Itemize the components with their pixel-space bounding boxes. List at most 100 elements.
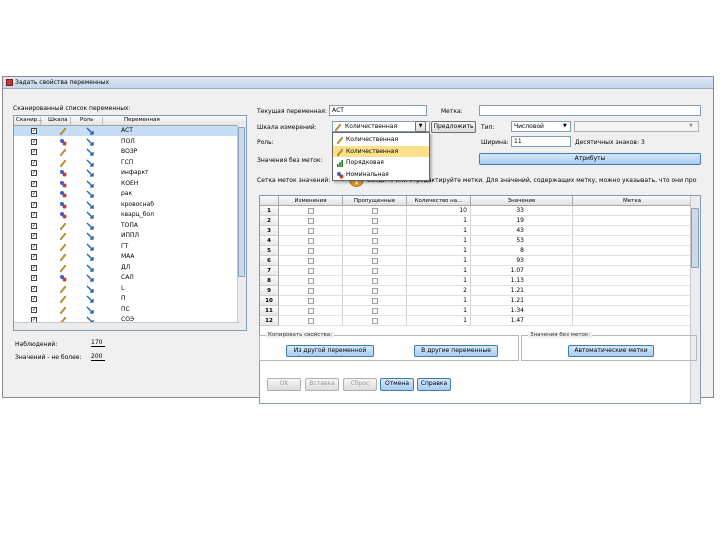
grid-cell-label[interactable] (573, 276, 692, 286)
measure-option[interactable]: Порядковая (333, 157, 429, 168)
grid-header-count[interactable]: Количество на... (407, 196, 471, 206)
suggest-button[interactable]: Предложить (431, 121, 476, 133)
missing-checkbox[interactable] (372, 288, 378, 294)
variable-row[interactable]: ✓ САЛ (14, 273, 239, 283)
grid-cell-value[interactable]: 8 (471, 246, 573, 256)
copy-to-button[interactable]: В другие переменные (414, 345, 498, 357)
grid-cell-label[interactable] (573, 316, 692, 326)
grid-cell-label[interactable] (573, 296, 692, 306)
scanned-checkbox[interactable]: ✓ (31, 159, 37, 166)
scanned-checkbox[interactable]: ✓ (31, 212, 37, 218)
grid-row[interactable]: 7 1 1.07 (260, 266, 692, 276)
values-grid[interactable]: Изменения Пропущенные Количество на... З… (259, 195, 701, 404)
measure-option[interactable]: Количественная (333, 145, 429, 157)
grid-cell-value[interactable]: 19 (471, 216, 573, 226)
variable-row[interactable]: ✓ КОЕН (14, 179, 239, 189)
variable-list-vthumb[interactable] (238, 127, 245, 277)
help-button[interactable]: Справка (417, 378, 451, 391)
measure-dropdown-list[interactable]: Количественная Количественная Порядковая Но… (332, 132, 430, 181)
header-role[interactable]: Роль (80, 117, 103, 125)
grid-row[interactable]: 11 1 1.34 (260, 306, 692, 316)
grid-cell-value[interactable]: 33 (471, 206, 573, 216)
grid-row[interactable]: 2 1 19 (260, 216, 692, 226)
header-scanned[interactable]: Сканир... (16, 117, 42, 125)
grid-cell-value[interactable]: 1.21 (471, 286, 573, 296)
grid-row[interactable]: 1 10 33 (260, 206, 692, 216)
auto-labels-button[interactable]: Автоматические метки (568, 345, 654, 357)
attributes-button[interactable]: Атрибуты (479, 153, 701, 165)
grid-cell-label[interactable] (573, 286, 692, 296)
grid-cell-value[interactable]: 43 (471, 226, 573, 236)
scanned-checkbox[interactable]: ✓ (31, 233, 37, 239)
format-select[interactable] (574, 121, 699, 132)
variable-row[interactable]: ✓ ПС (14, 305, 239, 315)
cancel-button[interactable]: Отмена (380, 378, 414, 391)
variable-row[interactable]: ✓ ГСП (14, 158, 239, 168)
grid-cell-label[interactable] (573, 216, 692, 226)
scanned-checkbox[interactable]: ✓ (31, 264, 37, 271)
scanned-checkbox[interactable]: ✓ (31, 149, 37, 155)
variable-row[interactable]: ✓ L (14, 284, 239, 294)
changed-checkbox[interactable] (308, 278, 314, 284)
copy-from-button[interactable]: Из другой переменной (286, 345, 374, 357)
missing-checkbox[interactable] (372, 208, 378, 214)
variable-row[interactable]: ✓ ПОЛ (14, 137, 239, 147)
changed-checkbox[interactable] (308, 208, 314, 214)
missing-checkbox[interactable] (372, 278, 378, 284)
grid-cell-label[interactable] (573, 226, 692, 236)
variable-row[interactable]: ✓ ТОПА (14, 221, 239, 231)
grid-cell-label[interactable] (573, 236, 692, 246)
variable-row[interactable]: ✓ АСТ (14, 126, 239, 136)
variable-list[interactable]: Сканир... Шкала Роль Переменная ✓ АСТ ✓ ПОЛ… (13, 115, 247, 331)
changed-checkbox[interactable] (308, 318, 314, 324)
width-field[interactable]: 11 (511, 136, 571, 147)
changed-checkbox[interactable] (308, 258, 314, 264)
scanned-checkbox[interactable]: ✓ (31, 254, 37, 260)
variable-row[interactable]: ✓ инфаркт (14, 168, 239, 178)
scanned-checkbox[interactable]: ✓ (31, 222, 37, 229)
paste-button[interactable]: Вставка (305, 378, 339, 391)
variable-row[interactable]: ✓ П (14, 294, 239, 304)
grid-cell-value[interactable]: 93 (471, 256, 573, 266)
reset-button[interactable]: Сброс (343, 378, 377, 391)
measure-option[interactable]: Номинальная (333, 169, 429, 180)
grid-row[interactable]: 4 1 53 (260, 236, 692, 246)
variable-row[interactable]: ✓ ИППЛ (14, 231, 239, 241)
grid-vscroll[interactable] (690, 196, 700, 403)
grid-row[interactable]: 3 1 43 (260, 226, 692, 236)
variable-row[interactable]: ✓ кровоснаб (14, 200, 239, 210)
grid-row[interactable]: 8 1 1.13 (260, 276, 692, 286)
variable-row[interactable]: ✓ ВОЗР (14, 147, 239, 157)
grid-header-label[interactable]: Метка (573, 196, 692, 206)
scanned-checkbox[interactable]: ✓ (31, 180, 37, 187)
grid-cell-label[interactable] (573, 206, 692, 216)
scanned-checkbox[interactable]: ✓ (31, 243, 37, 250)
scanned-checkbox[interactable]: ✓ (31, 306, 37, 313)
scanned-checkbox[interactable]: ✓ (31, 201, 37, 208)
variable-row[interactable]: ✓ кварц_бол (14, 210, 239, 220)
missing-checkbox[interactable] (372, 218, 378, 224)
grid-cell-label[interactable] (573, 256, 692, 266)
grid-cell-value[interactable]: 1.13 (471, 276, 573, 286)
grid-cell-label[interactable] (573, 266, 692, 276)
grid-header-missing[interactable]: Пропущенные (343, 196, 407, 206)
variable-row[interactable]: ✓ ГТ (14, 242, 239, 252)
variable-list-vscroll[interactable] (237, 125, 246, 330)
grid-cell-value[interactable]: 1.47 (471, 316, 573, 326)
measure-option[interactable]: Количественная (333, 134, 429, 145)
scanned-checkbox[interactable]: ✓ (31, 275, 37, 281)
variable-list-hscroll[interactable] (14, 322, 239, 330)
missing-checkbox[interactable] (372, 318, 378, 324)
measure-dropdown-button[interactable]: ▼ (415, 121, 426, 132)
scanned-checkbox[interactable]: ✓ (31, 128, 37, 134)
grid-row[interactable]: 12 1 1.47 (260, 316, 692, 326)
scanned-checkbox[interactable]: ✓ (31, 285, 37, 292)
format-chevron-down-icon[interactable]: ▼ (689, 123, 693, 129)
variable-row[interactable]: ✓ ДЛ (14, 263, 239, 273)
label-field[interactable] (479, 105, 701, 116)
missing-checkbox[interactable] (372, 308, 378, 314)
grid-row[interactable]: 10 1 1.21 (260, 296, 692, 306)
missing-checkbox[interactable] (372, 268, 378, 274)
missing-checkbox[interactable] (372, 298, 378, 304)
grid-vthumb[interactable] (691, 208, 699, 268)
